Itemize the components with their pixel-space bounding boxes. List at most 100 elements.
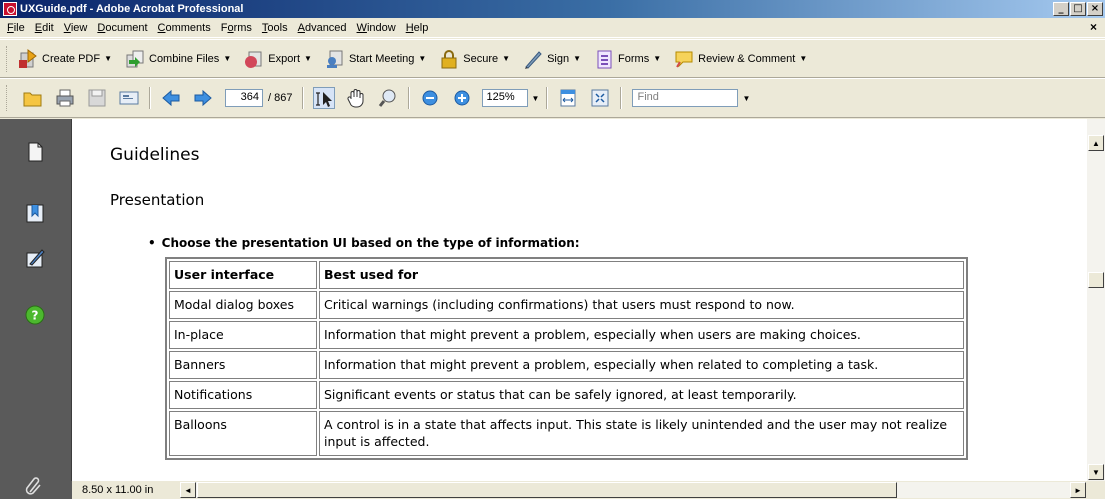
chevron-down-icon: ▼: [573, 54, 582, 63]
close-window-button[interactable]: ×: [1087, 2, 1103, 16]
menu-advanced[interactable]: Advanced: [293, 22, 352, 34]
menu-view[interactable]: View: [59, 22, 93, 34]
speech-bubble-icon: [673, 48, 695, 70]
combine-files-icon: [124, 48, 146, 70]
zoom-out-icon[interactable]: [419, 87, 441, 109]
task-toolbar: Create PDF ▼ Combine Files ▼ Export ▼ St…: [0, 39, 1105, 78]
start-meeting-label: Start Meeting: [348, 52, 415, 65]
paperclip-icon[interactable]: [24, 477, 44, 497]
previous-page-icon[interactable]: [160, 87, 182, 109]
sign-label: Sign: [547, 52, 570, 65]
table-row: Notifications Significant events or stat…: [169, 381, 964, 409]
menu-comments[interactable]: Comments: [153, 22, 216, 34]
review-comment-label: Review & Comment: [698, 52, 796, 65]
export-icon: [243, 48, 265, 70]
save-icon[interactable]: [86, 87, 108, 109]
table-cell: In-place: [169, 321, 317, 349]
scroll-down-button[interactable]: ▼: [1088, 464, 1104, 480]
horizontal-scroll-thumb[interactable]: [197, 482, 897, 498]
menu-forms[interactable]: Forms: [216, 22, 257, 34]
table-cell: Modal dialog boxes: [169, 291, 317, 319]
table-cell: Information that might prevent a problem…: [319, 351, 964, 379]
combine-files-button[interactable]: Combine Files ▼: [124, 48, 231, 70]
toolbar-grip[interactable]: [6, 45, 9, 72]
menu-document[interactable]: Document: [92, 22, 152, 34]
secure-button[interactable]: Secure ▼: [438, 48, 510, 70]
toolbar-separator: [546, 87, 549, 109]
bullet-text: Choose the presentation UI based on the …: [161, 236, 580, 250]
chevron-down-icon[interactable]: ▼: [528, 89, 542, 107]
vertical-scrollbar[interactable]: ▲ ▼: [1087, 119, 1105, 481]
zoom-select[interactable]: 125% ▼: [482, 89, 542, 107]
chevron-down-icon: ▼: [104, 54, 112, 63]
close-document-button[interactable]: ×: [1090, 20, 1097, 34]
table-cell: Critical warnings (including confirmatio…: [319, 291, 964, 319]
next-page-icon[interactable]: [192, 87, 214, 109]
table-row: Modal dialog boxes Critical warnings (in…: [169, 291, 964, 319]
lock-icon: [438, 48, 460, 70]
table-cell: Significant events or status that can be…: [319, 381, 964, 409]
bullet-icon: •: [148, 236, 156, 250]
print-icon[interactable]: [54, 87, 76, 109]
scroll-right-button[interactable]: ►: [1070, 482, 1086, 498]
page-number-input[interactable]: 364: [225, 89, 263, 107]
maximize-button[interactable]: □: [1070, 2, 1086, 16]
horizontal-scrollbar[interactable]: ◄ ►: [180, 482, 1086, 498]
pages-icon[interactable]: [24, 141, 46, 163]
minimize-button[interactable]: _: [1053, 2, 1069, 16]
fit-page-icon[interactable]: [589, 87, 611, 109]
select-tool-icon[interactable]: [313, 87, 336, 109]
chevron-down-icon[interactable]: ▼: [742, 94, 750, 103]
forms-button[interactable]: Forms ▼: [593, 48, 661, 70]
bookmarks-icon[interactable]: [24, 202, 46, 224]
toolbar-separator: [620, 87, 623, 109]
table-header-cell: User interface: [169, 261, 317, 289]
zoom-value[interactable]: 125%: [482, 89, 529, 107]
zoom-in-icon[interactable]: [451, 87, 473, 109]
chevron-down-icon: ▼: [653, 54, 662, 63]
page-heading: Guidelines: [110, 145, 200, 165]
start-meeting-button[interactable]: Start Meeting ▼: [324, 48, 426, 70]
toolbar-separator: [408, 87, 411, 109]
menu-file[interactable]: File: [2, 22, 30, 34]
start-meeting-icon: [324, 48, 346, 70]
open-folder-icon[interactable]: [22, 87, 44, 109]
document-view[interactable]: Guidelines Presentation • Choose the pres…: [72, 119, 1087, 481]
menu-help[interactable]: Help: [401, 22, 434, 34]
zoom-tool-icon[interactable]: [377, 87, 399, 109]
menu-edit[interactable]: Edit: [30, 22, 59, 34]
table-cell: Information that might prevent a problem…: [319, 321, 964, 349]
scroll-left-button[interactable]: ◄: [180, 482, 196, 498]
toolbar-separator: [302, 87, 305, 109]
title-bar: UXGuide.pdf - Adobe Acrobat Professional…: [0, 0, 1105, 18]
menu-tools[interactable]: Tools: [257, 22, 293, 34]
form-icon: [593, 48, 615, 70]
attachments-area: [0, 477, 72, 499]
find-input[interactable]: Find: [632, 89, 739, 107]
email-icon[interactable]: [118, 87, 140, 109]
chevron-down-icon: ▼: [502, 54, 511, 63]
navigation-pane: ?: [0, 119, 72, 499]
table-row: In-place Information that might prevent …: [169, 321, 964, 349]
export-button[interactable]: Export ▼: [243, 48, 312, 70]
hand-tool-icon[interactable]: [345, 87, 367, 109]
menu-window[interactable]: Window: [352, 22, 401, 34]
toolbar-grip[interactable]: [6, 85, 9, 111]
vertical-scroll-thumb[interactable]: [1088, 272, 1104, 288]
chevron-down-icon: ▼: [223, 54, 232, 63]
signatures-icon[interactable]: [24, 247, 46, 269]
help-icon[interactable]: ?: [24, 304, 46, 326]
export-label: Export: [268, 52, 301, 65]
status-bar: 8.50 x 11.00 in ◄ ►: [72, 481, 1105, 499]
svg-text:?: ?: [32, 309, 39, 323]
pen-icon: [522, 48, 544, 70]
scroll-up-button[interactable]: ▲: [1088, 135, 1104, 151]
review-comment-button[interactable]: Review & Comment ▼: [673, 48, 807, 70]
table-row: Banners Information that might prevent a…: [169, 351, 964, 379]
fit-width-icon[interactable]: [557, 87, 579, 109]
table-row: Balloons A control is in a state that af…: [169, 411, 964, 456]
create-pdf-button[interactable]: Create PDF ▼: [17, 48, 112, 70]
page-total: / 867: [268, 92, 293, 104]
sign-button[interactable]: Sign ▼: [522, 48, 581, 70]
page-size-label: 8.50 x 11.00 in: [82, 484, 154, 496]
